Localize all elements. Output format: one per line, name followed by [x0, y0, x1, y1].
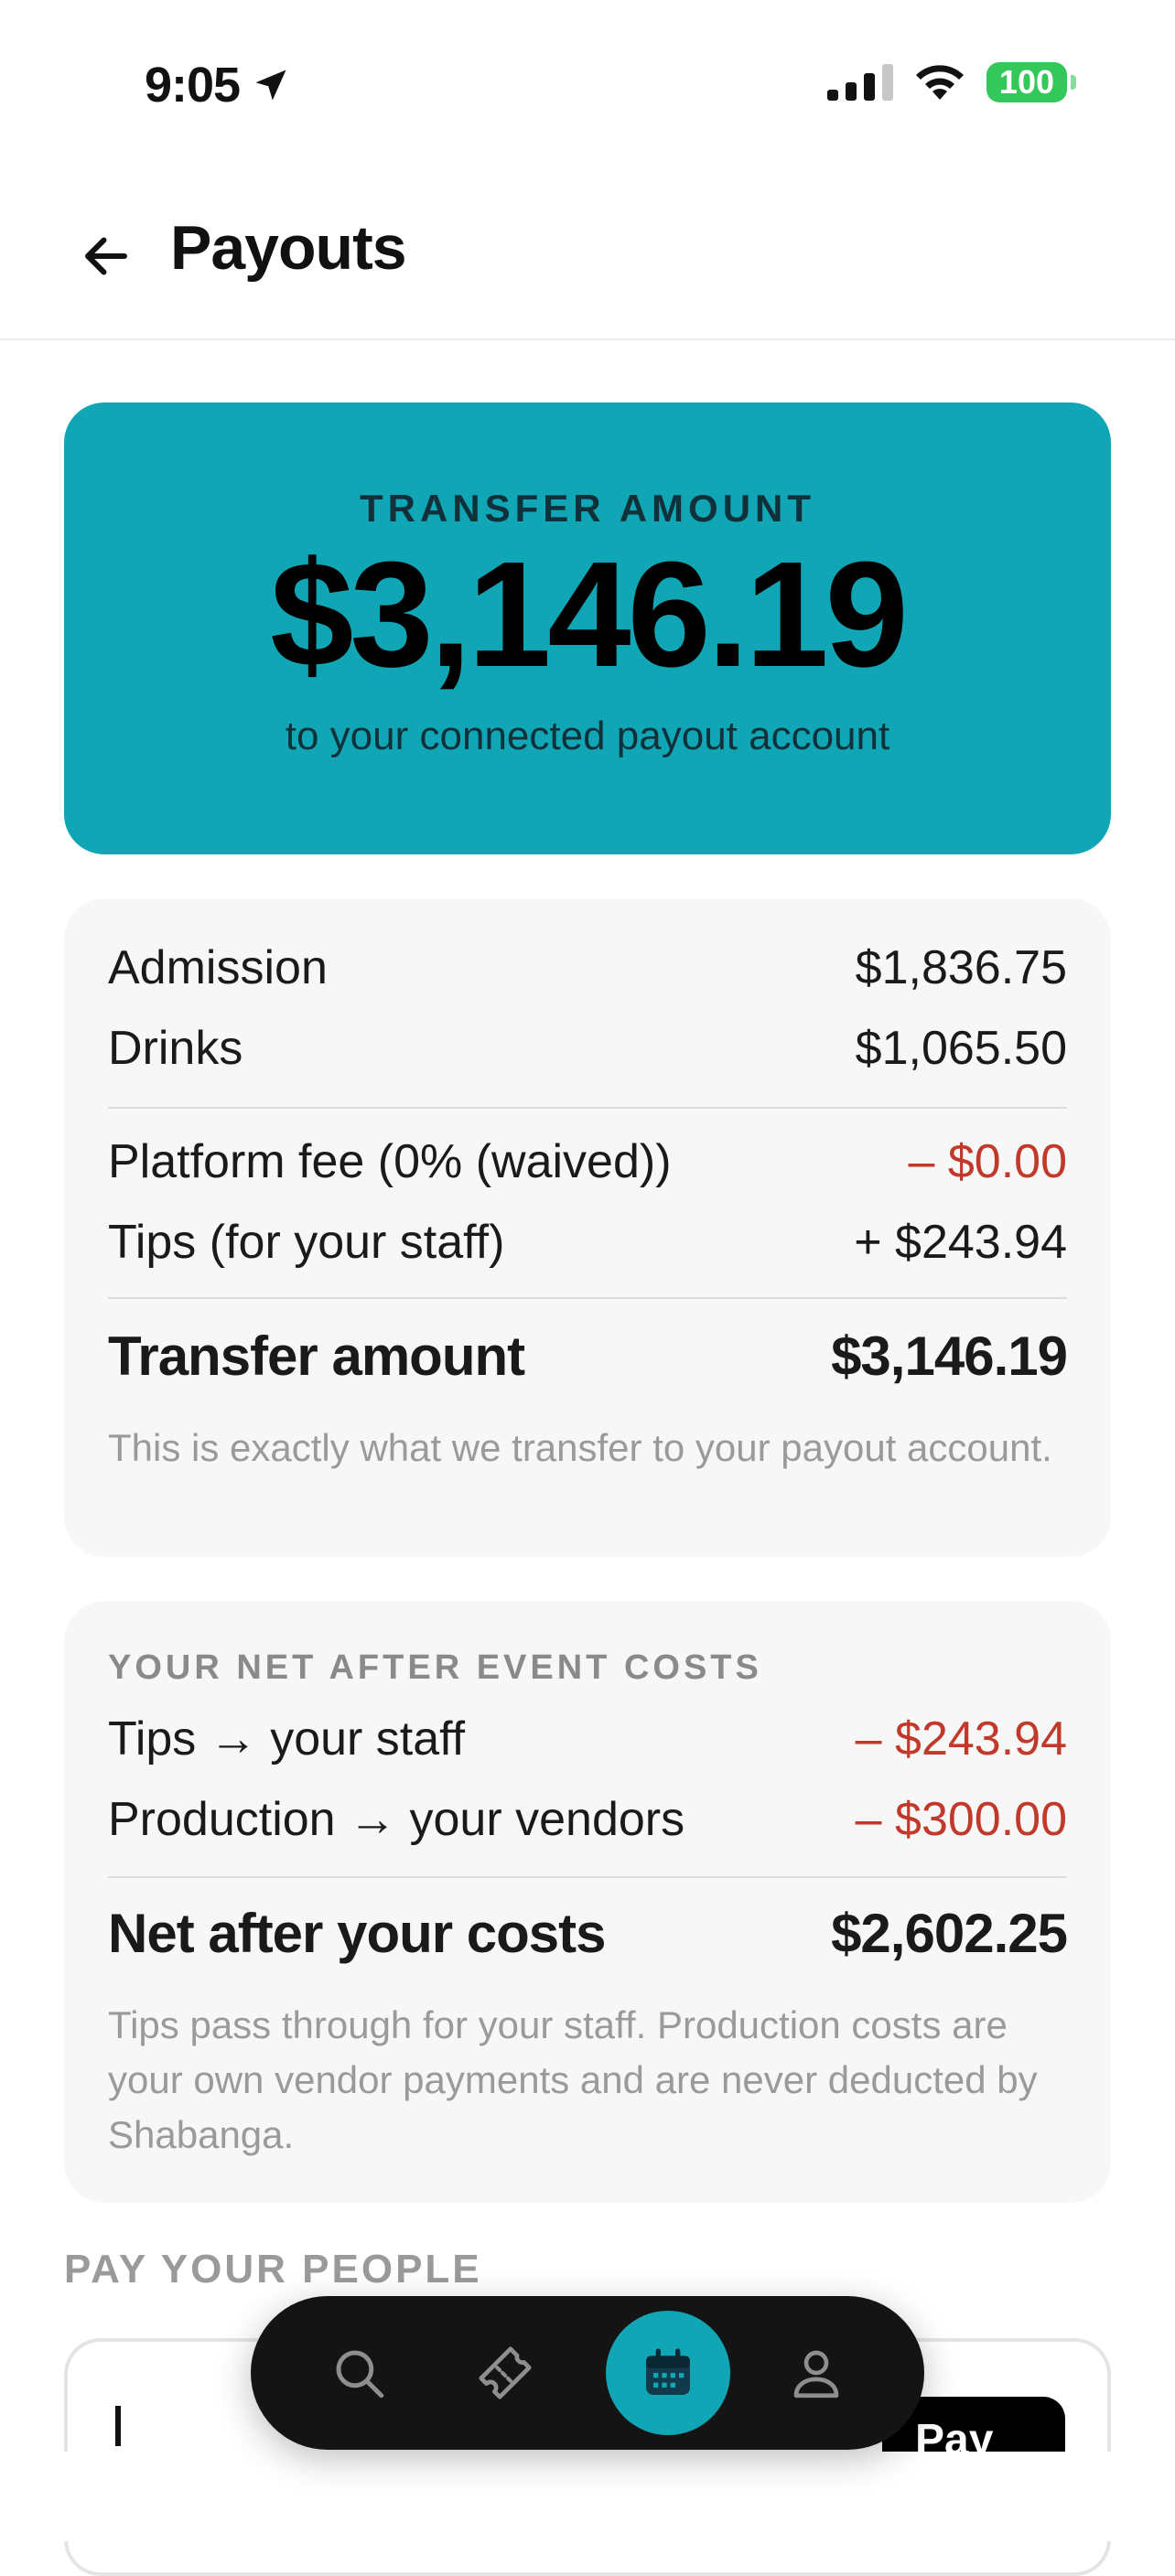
net-note: Tips pass through for your staff. Produc… — [108, 2003, 1038, 2156]
row-value: $1,836.75 — [855, 941, 1067, 994]
transfer-amount-card: TRANSFER AMOUNT $3,146.19 to your connec… — [64, 402, 1111, 854]
back-button[interactable] — [73, 223, 139, 289]
pay-people-heading: PAY YOUR PEOPLE — [64, 2247, 482, 2292]
tab-search[interactable] — [313, 2327, 404, 2419]
profile-icon — [793, 2350, 839, 2399]
ticket-icon — [479, 2346, 532, 2399]
battery-indicator: 100 — [986, 62, 1077, 102]
text-cursor — [115, 2406, 121, 2446]
breakdown-total-row: Transfer amount $3,146.19 — [108, 1325, 1068, 1388]
row-value: – $243.94 — [855, 1712, 1067, 1766]
tab-profile[interactable] — [771, 2327, 862, 2419]
net-total-row: Net after your costs $2,602.25 — [108, 1902, 1068, 1965]
row-label: Admission — [108, 941, 328, 994]
row-label: Platform fee (0% (waived)) — [108, 1135, 672, 1188]
net-row-tips: Tips → your staff – $243.94 — [108, 1712, 1067, 1766]
row-label: Tips → your staff — [108, 1712, 466, 1766]
wifi-icon — [915, 65, 964, 100]
divider — [108, 1107, 1067, 1109]
transfer-amount-subtitle: to your connected payout account — [285, 714, 890, 758]
total-value: $3,146.19 — [831, 1326, 1068, 1387]
row-label: Production → your vendors — [108, 1793, 685, 1846]
calendar-icon — [646, 2348, 690, 2395]
divider — [108, 1297, 1067, 1299]
total-label: Net after your costs — [108, 1903, 606, 1964]
cellular-signal-icon — [826, 64, 893, 101]
divider — [108, 1876, 1067, 1878]
net-costs-heading: YOUR NET AFTER EVENT COSTS — [108, 1648, 762, 1687]
row-value: $1,065.50 — [855, 1022, 1067, 1075]
location-arrow-icon — [255, 70, 286, 101]
bottom-safe-area — [0, 2452, 1175, 2541]
breakdown-row-drinks: Drinks $1,065.50 — [108, 1021, 1067, 1076]
total-label: Transfer amount — [108, 1326, 525, 1387]
row-label: Tips (for your staff) — [108, 1216, 505, 1269]
net-costs-card: YOUR NET AFTER EVENT COSTS Tips → your s… — [64, 1601, 1111, 2203]
tab-bar — [251, 2296, 924, 2450]
tab-events[interactable] — [606, 2311, 730, 2435]
search-icon — [336, 2350, 384, 2399]
arrow-left-icon — [85, 237, 127, 275]
status-indicators: 100 — [826, 62, 1077, 102]
row-value: – $0.00 — [908, 1135, 1068, 1188]
status-time: 9:05 — [145, 57, 291, 113]
status-time-text: 9:05 — [145, 58, 241, 113]
row-label: Drinks — [108, 1022, 243, 1075]
row-value: – $300.00 — [855, 1793, 1067, 1846]
transfer-amount-label: TRANSFER AMOUNT — [359, 487, 816, 530]
status-bar: 9:05 100 — [0, 0, 1175, 165]
breakdown-row-admission: Admission $1,836.75 — [108, 898, 1067, 995]
row-value: + $243.94 — [854, 1216, 1067, 1269]
total-value: $2,602.25 — [831, 1903, 1068, 1964]
net-row-production: Production → your vendors – $300.00 — [108, 1792, 1067, 1847]
transfer-amount-value: $3,146.19 — [270, 531, 909, 698]
app-header: Payouts — [0, 183, 1175, 340]
tab-tickets[interactable] — [459, 2327, 551, 2419]
breakdown-card: Admission $1,836.75 Drinks $1,065.50 Pla… — [64, 898, 1111, 1557]
page-title: Payouts — [170, 213, 407, 283]
breakdown-row-platform-fee: Platform fee (0% (waived)) – $0.00 — [108, 1134, 1067, 1189]
breakdown-note: This is exactly what we transfer to your… — [108, 1426, 1052, 1469]
breakdown-row-tips: Tips (for your staff) + $243.94 — [108, 1215, 1067, 1270]
